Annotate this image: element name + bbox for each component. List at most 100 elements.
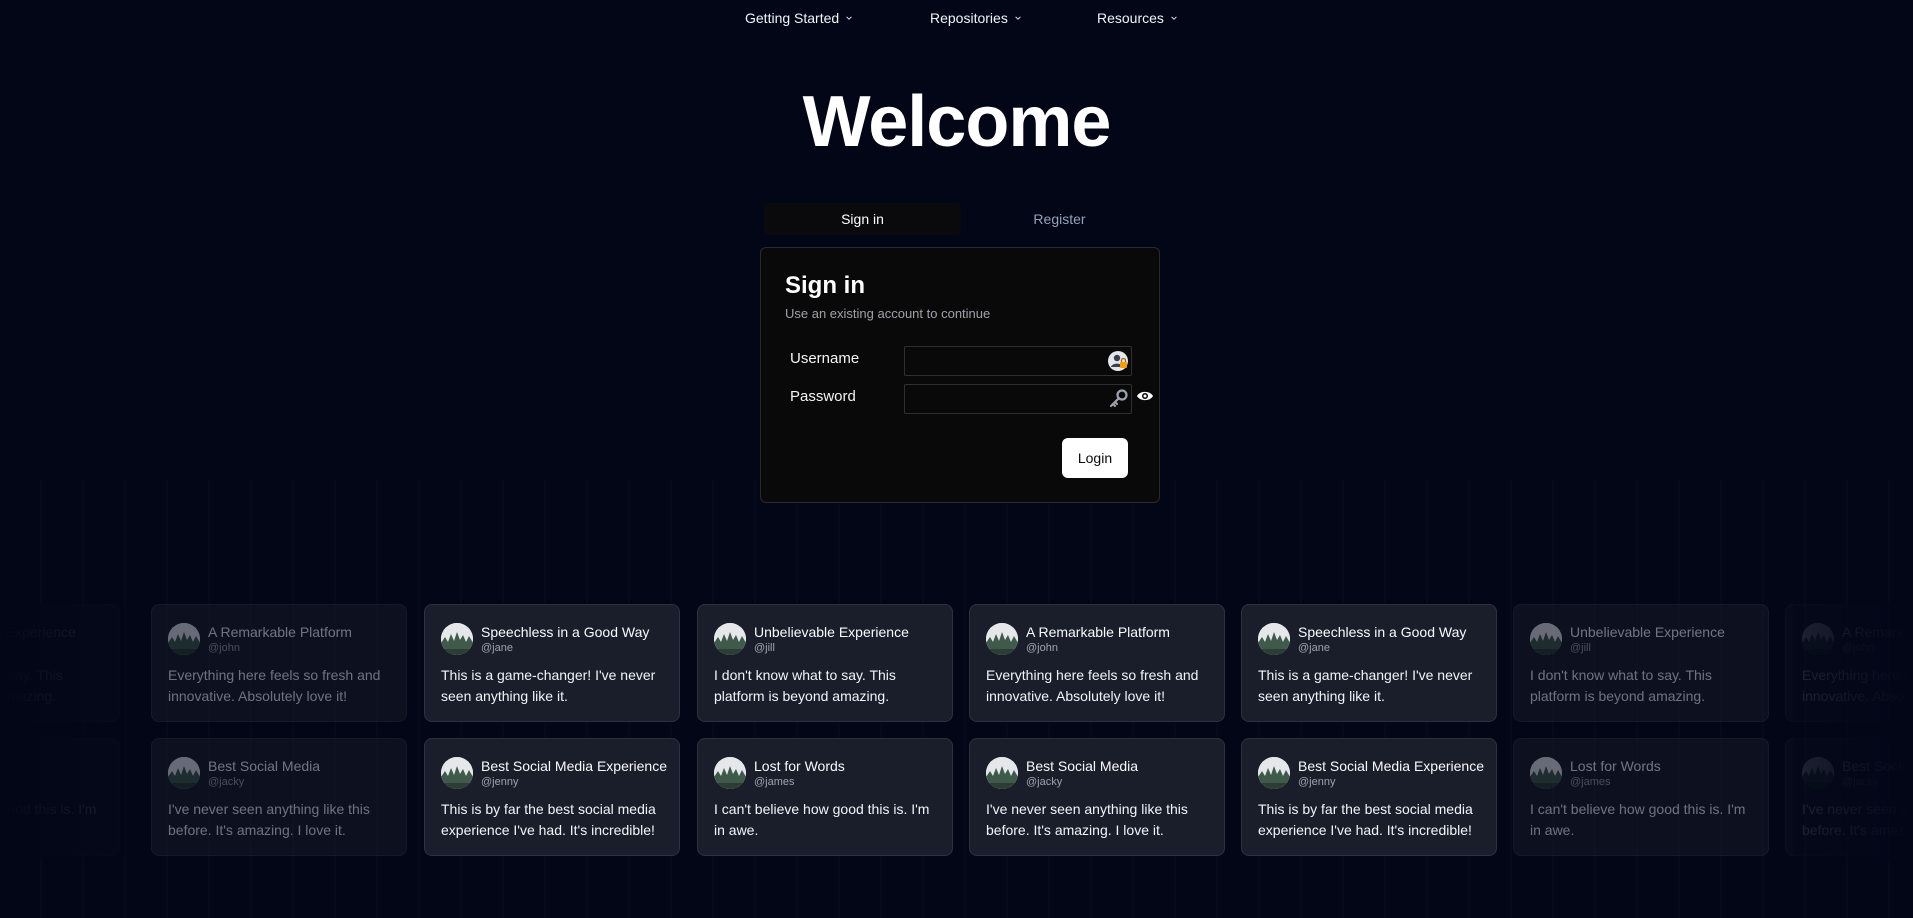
user-lock-icon [1108,351,1128,371]
avatar [168,757,200,789]
testimonial-handle: @jill [754,642,775,654]
testimonial-body: I don't know what to say. This platform … [714,667,896,704]
testimonial-card: Unbelievable Experience@jillI don't know… [0,604,120,722]
testimonial-handle: @jenny [481,776,519,788]
testimonial-handle: @john [1842,642,1874,654]
password-label: Password [790,388,856,405]
testimonial-title: Best Social Media [1026,758,1139,774]
tab-register[interactable]: Register [961,203,1158,235]
testimonial-handle: @jane [1298,642,1330,654]
testimonial-title: Speechless in a Good Way [481,624,650,640]
avatar [1802,623,1834,655]
login-button[interactable]: Login [1062,438,1128,478]
avatar [714,623,746,655]
chevron-down-icon [1171,16,1177,20]
show-password-eye-icon[interactable] [1136,389,1154,403]
avatar [1802,757,1834,789]
card-subtitle: Use an existing account to continue [785,306,991,321]
avatar [986,623,1018,655]
username-input[interactable] [905,347,1131,375]
testimonial-body: Everything here feels so fresh and innov… [168,667,381,704]
testimonial-body: I can't believe how good this is. I'm in… [1530,801,1746,838]
testimonial-title: Unbelievable Experience [0,624,76,640]
avatar [168,623,200,655]
testimonial-card: A Remarkable Platform @john Everything her… [1785,604,1913,722]
testimonial-title: Unbelievable Experience [1570,624,1725,640]
page-title: Welcome [802,82,1112,162]
testimonial-handle: @jill [1570,642,1591,654]
avatar [1530,757,1562,789]
avatar [1530,623,1562,655]
chevron-down-icon [1015,16,1021,20]
nav-repositories[interactable]: Repositories [918,10,1034,26]
testimonial-handle: @jane [481,642,513,654]
nav-getting-started[interactable]: Getting Started [733,10,865,26]
testimonial-body: I can't believe how good this is. I'm in… [0,801,97,817]
testimonial-card: Lost for Words @james I can't believe how … [697,738,953,856]
testimonial-title: Unbelievable Experience [754,624,909,640]
username-label: Username [790,350,860,367]
nav-resources[interactable]: Resources [1085,10,1190,26]
testimonial-body: Everything here feels so fresh and innov… [986,667,1199,704]
testimonial-handle: @jenny [1298,776,1336,788]
testimonials-section: Unbelievable Experience @jill I don't know… [0,604,1913,858]
testimonial-handle: @james [754,776,795,788]
testimonial-body: I can't believe how good this is. I'm in… [714,801,930,838]
avatar [1258,623,1290,655]
testimonial-title: Lost for Words [0,758,12,774]
testimonial-card: Best Social Media Experience @jenny This i… [1241,738,1497,856]
password-input[interactable] [905,385,1131,413]
testimonial-card: A Remarkable Platform @john Everything her… [969,604,1225,722]
testimonial-card: Unbelievable Experience @jill I don't know… [697,604,953,722]
testimonial-card: Lost for Words @james I can't believe how … [1513,738,1769,856]
testimonial-body: Everything here feels so fresh and innov… [1802,667,1913,704]
testimonial-title: Best Social Media [208,758,321,774]
testimonial-card: Best Social Media Experience @jenny This i… [424,738,680,856]
testimonial-title: Best Social Media Experience [481,758,667,774]
sign-in-card: Sign in Use an existing account to conti… [760,247,1160,503]
testimonial-card: Unbelievable Experience @jill I don't know… [1513,604,1769,722]
chevron-down-icon [846,16,852,20]
nav-label: Resources [1097,10,1164,26]
testimonial-title: A Remarkable Platform [208,624,352,640]
testimonial-title: Speechless in a Good Way [1298,624,1467,640]
testimonial-handle: @john [1026,642,1058,654]
avatar [986,757,1018,789]
username-field-wrapper [904,346,1132,376]
key-icon [1109,389,1128,408]
password-field-wrapper [904,384,1132,414]
testimonial-title: Lost for Words [1570,758,1661,774]
testimonial-handle: @john [208,642,240,654]
avatar [714,757,746,789]
testimonial-body: I don't know what to say. This platform … [0,667,63,704]
testimonial-card: Best Social Media @jacky I've never seen a… [151,738,407,856]
nav-label: Repositories [930,10,1008,26]
testimonial-title: A Remarkable Platform [1026,624,1170,640]
testimonial-body: This is by far the best social media exp… [441,801,656,838]
avatar [441,757,473,789]
testimonial-card: Speechless in a Good Way @jane This is a g… [424,604,680,722]
testimonial-body: This is a game-changer! I've never seen … [441,667,656,704]
testimonial-title: A Remarkable Platform [1842,624,1913,640]
testimonial-handle: @jacky [208,776,245,788]
tab-sign-in[interactable]: Sign in [764,203,961,235]
testimonial-body: I've never seen anything like this befor… [1802,801,1913,838]
testimonial-card: A Remarkable Platform @john Everything her… [151,604,407,722]
testimonial-body: I've never seen anything like this befor… [168,801,370,838]
card-title: Sign in [785,272,865,299]
testimonial-card: Best Social Media @jacky I've never seen a… [969,738,1225,856]
avatar [1258,757,1290,789]
top-nav: Getting Started Repositories Resources [0,10,1913,32]
testimonial-body: I've never seen anything like this befor… [986,801,1188,838]
nav-label: Getting Started [745,10,840,26]
testimonial-handle: @jacky [1026,776,1063,788]
avatar [441,623,473,655]
testimonial-card: Speechless in a Good Way @jane This is a g… [1241,604,1497,722]
testimonial-body: I don't know what to say. This platform … [1530,667,1712,704]
testimonial-card: Best Social Media @jacky I've never seen a… [1785,738,1913,856]
auth-tabs: Sign in Register [764,203,1158,235]
testimonial-title: Lost for Words [754,758,845,774]
testimonial-title: Best Social Media Experience [1298,758,1484,774]
testimonial-card: Lost for Words@jamesI can't believe how … [0,738,120,856]
testimonial-handle: @james [1570,776,1611,788]
